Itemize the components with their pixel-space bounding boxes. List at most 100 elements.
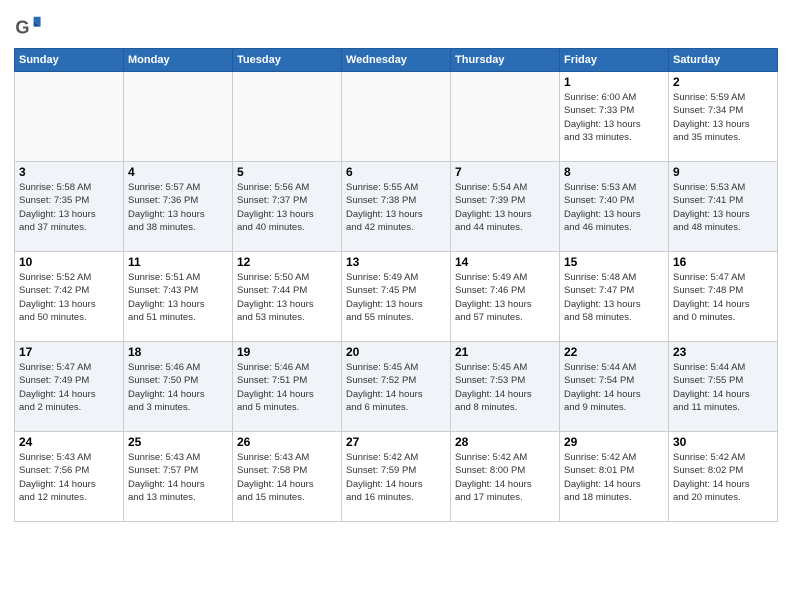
day-number: 15 <box>564 255 664 269</box>
day-number: 2 <box>673 75 773 89</box>
calendar-cell: 9 Sunrise: 5:53 AM Sunset: 7:41 PM Daylig… <box>669 162 778 252</box>
day-info: Sunrise: 5:44 AM Sunset: 7:54 PM Dayligh… <box>564 361 664 414</box>
calendar-cell: 4Sunrise: 5:57 AM Sunset: 7:36 PM Daylig… <box>124 162 233 252</box>
calendar-cell: 24 Sunrise: 5:43 AM Sunset: 7:56 PM Dayli… <box>15 432 124 522</box>
page: G SundayMondayTuesdayWednesdayThursdayFr… <box>0 0 792 612</box>
day-info: Sunrise: 5:58 AM Sunset: 7:35 PM Dayligh… <box>19 181 119 234</box>
calendar-cell: 16 Sunrise: 5:47 AM Sunset: 7:48 PM Dayli… <box>669 252 778 342</box>
day-info: Sunrise: 5:49 AM Sunset: 7:45 PM Dayligh… <box>346 271 446 324</box>
day-header-wednesday: Wednesday <box>342 49 451 72</box>
day-info: Sunrise: 5:50 AM Sunset: 7:44 PM Dayligh… <box>237 271 337 324</box>
day-number: 21 <box>455 345 555 359</box>
calendar-cell: 8Sunrise: 5:53 AM Sunset: 7:40 PM Daylig… <box>560 162 669 252</box>
day-header-thursday: Thursday <box>451 49 560 72</box>
day-info: Sunrise: 5:45 AM Sunset: 7:53 PM Dayligh… <box>455 361 555 414</box>
day-number: 19 <box>237 345 337 359</box>
calendar-cell: 12 Sunrise: 5:50 AM Sunset: 7:44 PM Dayli… <box>233 252 342 342</box>
day-info: Sunrise: 6:00 AM Sunset: 7:33 PM Dayligh… <box>564 91 664 144</box>
day-info: Sunrise: 5:53 AM Sunset: 7:41 PM Dayligh… <box>673 181 773 234</box>
day-info: Sunrise: 5:47 AM Sunset: 7:49 PM Dayligh… <box>19 361 119 414</box>
calendar-cell: 28Sunrise: 5:42 AM Sunset: 8:00 PM Dayli… <box>451 432 560 522</box>
logo-area: G <box>14 10 44 42</box>
day-number: 26 <box>237 435 337 449</box>
calendar-cell: 20 Sunrise: 5:45 AM Sunset: 7:52 PM Dayli… <box>342 342 451 432</box>
day-info: Sunrise: 5:51 AM Sunset: 7:43 PM Dayligh… <box>128 271 228 324</box>
day-number: 9 <box>673 165 773 179</box>
day-info: Sunrise: 5:42 AM Sunset: 8:02 PM Dayligh… <box>673 451 773 504</box>
day-header-sunday: Sunday <box>15 49 124 72</box>
calendar-cell: 10Sunrise: 5:52 AM Sunset: 7:42 PM Dayli… <box>15 252 124 342</box>
calendar-cell: 19 Sunrise: 5:46 AM Sunset: 7:51 PM Dayli… <box>233 342 342 432</box>
calendar-cell: 26 Sunrise: 5:43 AM Sunset: 7:58 PM Dayli… <box>233 432 342 522</box>
header: G <box>14 10 778 42</box>
day-info: Sunrise: 5:44 AM Sunset: 7:55 PM Dayligh… <box>673 361 773 414</box>
calendar-cell <box>15 72 124 162</box>
calendar-cell: 5 Sunrise: 5:56 AM Sunset: 7:37 PM Daylig… <box>233 162 342 252</box>
day-number: 13 <box>346 255 446 269</box>
day-number: 25 <box>128 435 228 449</box>
calendar-cell: 15 Sunrise: 5:48 AM Sunset: 7:47 PM Dayli… <box>560 252 669 342</box>
calendar-header-row: SundayMondayTuesdayWednesdayThursdayFrid… <box>15 49 778 72</box>
calendar-week-2: 3 Sunrise: 5:58 AM Sunset: 7:35 PM Daylig… <box>15 162 778 252</box>
day-number: 29 <box>564 435 664 449</box>
calendar-cell <box>124 72 233 162</box>
calendar-cell: 2 Sunrise: 5:59 AM Sunset: 7:34 PM Daylig… <box>669 72 778 162</box>
day-number: 23 <box>673 345 773 359</box>
day-info: Sunrise: 5:57 AM Sunset: 7:36 PM Dayligh… <box>128 181 228 234</box>
day-number: 27 <box>346 435 446 449</box>
day-info: Sunrise: 5:48 AM Sunset: 7:47 PM Dayligh… <box>564 271 664 324</box>
day-info: Sunrise: 5:45 AM Sunset: 7:52 PM Dayligh… <box>346 361 446 414</box>
calendar-cell: 21 Sunrise: 5:45 AM Sunset: 7:53 PM Dayli… <box>451 342 560 432</box>
day-info: Sunrise: 5:56 AM Sunset: 7:37 PM Dayligh… <box>237 181 337 234</box>
calendar-cell: 11 Sunrise: 5:51 AM Sunset: 7:43 PM Dayli… <box>124 252 233 342</box>
calendar-cell: 27 Sunrise: 5:42 AM Sunset: 7:59 PM Dayli… <box>342 432 451 522</box>
day-number: 20 <box>346 345 446 359</box>
calendar-cell: 1 Sunrise: 6:00 AM Sunset: 7:33 PM Daylig… <box>560 72 669 162</box>
day-info: Sunrise: 5:54 AM Sunset: 7:39 PM Dayligh… <box>455 181 555 234</box>
day-info: Sunrise: 5:49 AM Sunset: 7:46 PM Dayligh… <box>455 271 555 324</box>
calendar-week-3: 10Sunrise: 5:52 AM Sunset: 7:42 PM Dayli… <box>15 252 778 342</box>
day-number: 6 <box>346 165 446 179</box>
day-number: 22 <box>564 345 664 359</box>
calendar-cell: 17 Sunrise: 5:47 AM Sunset: 7:49 PM Dayli… <box>15 342 124 432</box>
day-info: Sunrise: 5:43 AM Sunset: 7:57 PM Dayligh… <box>128 451 228 504</box>
day-header-tuesday: Tuesday <box>233 49 342 72</box>
day-header-monday: Monday <box>124 49 233 72</box>
day-info: Sunrise: 5:47 AM Sunset: 7:48 PM Dayligh… <box>673 271 773 324</box>
day-number: 1 <box>564 75 664 89</box>
day-number: 3 <box>19 165 119 179</box>
svg-text:G: G <box>15 18 29 38</box>
day-number: 5 <box>237 165 337 179</box>
calendar-week-5: 24 Sunrise: 5:43 AM Sunset: 7:56 PM Dayli… <box>15 432 778 522</box>
day-number: 11 <box>128 255 228 269</box>
day-number: 16 <box>673 255 773 269</box>
day-info: Sunrise: 5:59 AM Sunset: 7:34 PM Dayligh… <box>673 91 773 144</box>
calendar-cell: 7Sunrise: 5:54 AM Sunset: 7:39 PM Daylig… <box>451 162 560 252</box>
calendar-cell: 22 Sunrise: 5:44 AM Sunset: 7:54 PM Dayli… <box>560 342 669 432</box>
calendar-week-1: 1 Sunrise: 6:00 AM Sunset: 7:33 PM Daylig… <box>15 72 778 162</box>
day-info: Sunrise: 5:43 AM Sunset: 7:58 PM Dayligh… <box>237 451 337 504</box>
calendar-cell: 23 Sunrise: 5:44 AM Sunset: 7:55 PM Dayli… <box>669 342 778 432</box>
day-number: 17 <box>19 345 119 359</box>
calendar-cell: 3 Sunrise: 5:58 AM Sunset: 7:35 PM Daylig… <box>15 162 124 252</box>
day-info: Sunrise: 5:46 AM Sunset: 7:51 PM Dayligh… <box>237 361 337 414</box>
calendar-cell: 6 Sunrise: 5:55 AM Sunset: 7:38 PM Daylig… <box>342 162 451 252</box>
day-info: Sunrise: 5:43 AM Sunset: 7:56 PM Dayligh… <box>19 451 119 504</box>
day-number: 24 <box>19 435 119 449</box>
day-info: Sunrise: 5:52 AM Sunset: 7:42 PM Dayligh… <box>19 271 119 324</box>
day-info: Sunrise: 5:46 AM Sunset: 7:50 PM Dayligh… <box>128 361 228 414</box>
day-info: Sunrise: 5:55 AM Sunset: 7:38 PM Dayligh… <box>346 181 446 234</box>
day-number: 12 <box>237 255 337 269</box>
day-info: Sunrise: 5:42 AM Sunset: 7:59 PM Dayligh… <box>346 451 446 504</box>
calendar-cell <box>342 72 451 162</box>
day-header-saturday: Saturday <box>669 49 778 72</box>
logo-icon: G <box>14 14 42 42</box>
calendar: SundayMondayTuesdayWednesdayThursdayFrid… <box>14 48 778 522</box>
day-info: Sunrise: 5:42 AM Sunset: 8:00 PM Dayligh… <box>455 451 555 504</box>
day-info: Sunrise: 5:53 AM Sunset: 7:40 PM Dayligh… <box>564 181 664 234</box>
calendar-week-4: 17 Sunrise: 5:47 AM Sunset: 7:49 PM Dayli… <box>15 342 778 432</box>
calendar-cell: 18 Sunrise: 5:46 AM Sunset: 7:50 PM Dayli… <box>124 342 233 432</box>
day-number: 18 <box>128 345 228 359</box>
day-info: Sunrise: 5:42 AM Sunset: 8:01 PM Dayligh… <box>564 451 664 504</box>
calendar-cell: 29 Sunrise: 5:42 AM Sunset: 8:01 PM Dayli… <box>560 432 669 522</box>
